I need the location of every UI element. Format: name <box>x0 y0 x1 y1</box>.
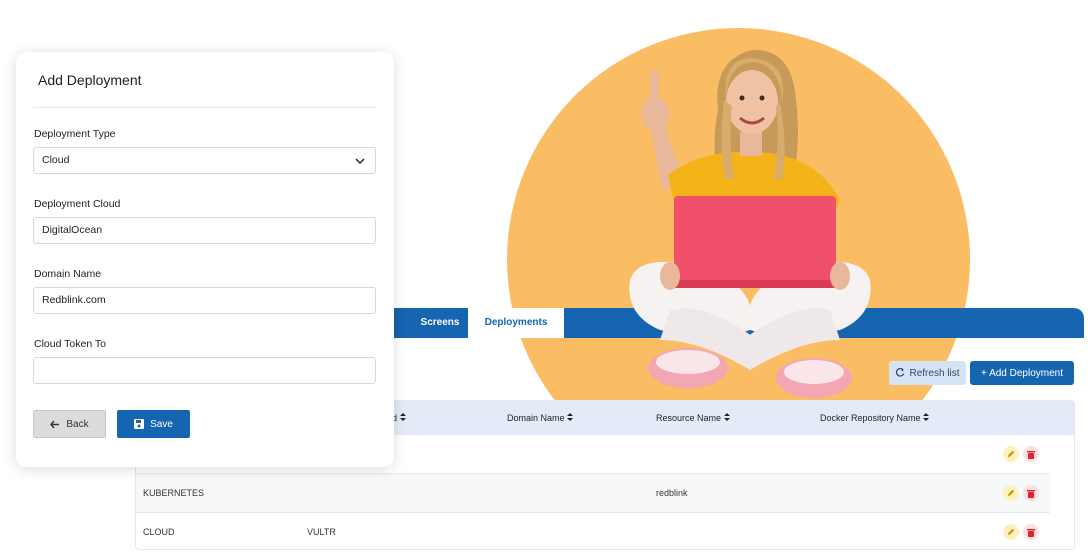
sort-icon <box>923 413 930 421</box>
back-label: Back <box>66 418 89 430</box>
column-header-cloud[interactable]: d <box>392 401 406 435</box>
trash-icon <box>1027 528 1035 537</box>
back-button[interactable]: Back <box>33 410 106 438</box>
delete-button[interactable] <box>1023 446 1039 462</box>
table-row: KUBERNETES redblink <box>136 474 1050 513</box>
edit-button[interactable] <box>1003 524 1019 540</box>
pencil-icon <box>1007 489 1015 497</box>
column-header-domain-name[interactable]: Domain Name <box>507 401 574 435</box>
arrow-left-icon <box>50 420 60 428</box>
cloud-token-input[interactable] <box>33 357 376 384</box>
modal-title: Add Deployment <box>38 72 142 88</box>
refresh-list-button[interactable]: Refresh list <box>889 361 966 385</box>
save-label: Save <box>150 418 173 430</box>
edit-button[interactable] <box>1003 446 1019 462</box>
refresh-list-label: Refresh list <box>909 367 960 379</box>
cell-cloud: VULTR <box>307 527 336 537</box>
delete-button[interactable] <box>1023 524 1039 540</box>
cell-type: CLOUD <box>143 527 175 537</box>
pencil-icon <box>1007 528 1015 536</box>
floppy-disk-icon <box>134 419 145 429</box>
sort-icon <box>567 413 574 421</box>
edit-button[interactable] <box>1003 485 1019 501</box>
sort-icon <box>723 413 730 421</box>
domain-name-input[interactable]: Redblink.com <box>33 287 376 314</box>
sort-icon <box>399 413 406 421</box>
table-row: CLOUD VULTR <box>136 513 1050 549</box>
cloud-token-label: Cloud Token To <box>34 338 106 350</box>
deployment-type-label: Deployment Type <box>34 128 116 140</box>
chevron-down-icon <box>355 157 365 164</box>
deployment-cloud-label: Deployment Cloud <box>34 198 121 210</box>
delete-button[interactable] <box>1023 485 1039 501</box>
modal-divider <box>33 107 376 108</box>
woman-with-laptop-illustration <box>629 49 871 398</box>
save-button[interactable]: Save <box>117 410 190 438</box>
cell-resource: redblink <box>656 488 688 498</box>
trash-icon <box>1027 450 1035 459</box>
tab-deployments[interactable]: Deployments <box>468 308 564 338</box>
trash-icon <box>1027 489 1035 498</box>
deployment-cloud-input[interactable]: DigitalOcean <box>33 217 376 244</box>
deployment-type-select[interactable]: Cloud <box>33 147 376 174</box>
cell-type: KUBERNETES <box>143 488 205 498</box>
pencil-icon <box>1007 450 1015 458</box>
deployment-type-value: Cloud <box>42 154 70 166</box>
tab-screens[interactable]: Screens <box>410 308 470 338</box>
add-deployment-label: + Add Deployment <box>981 367 1063 379</box>
add-deployment-modal: Add Deployment Deployment Type Cloud Dep… <box>16 52 394 467</box>
domain-name-label: Domain Name <box>34 268 102 280</box>
add-deployment-button[interactable]: + Add Deployment <box>970 361 1074 385</box>
